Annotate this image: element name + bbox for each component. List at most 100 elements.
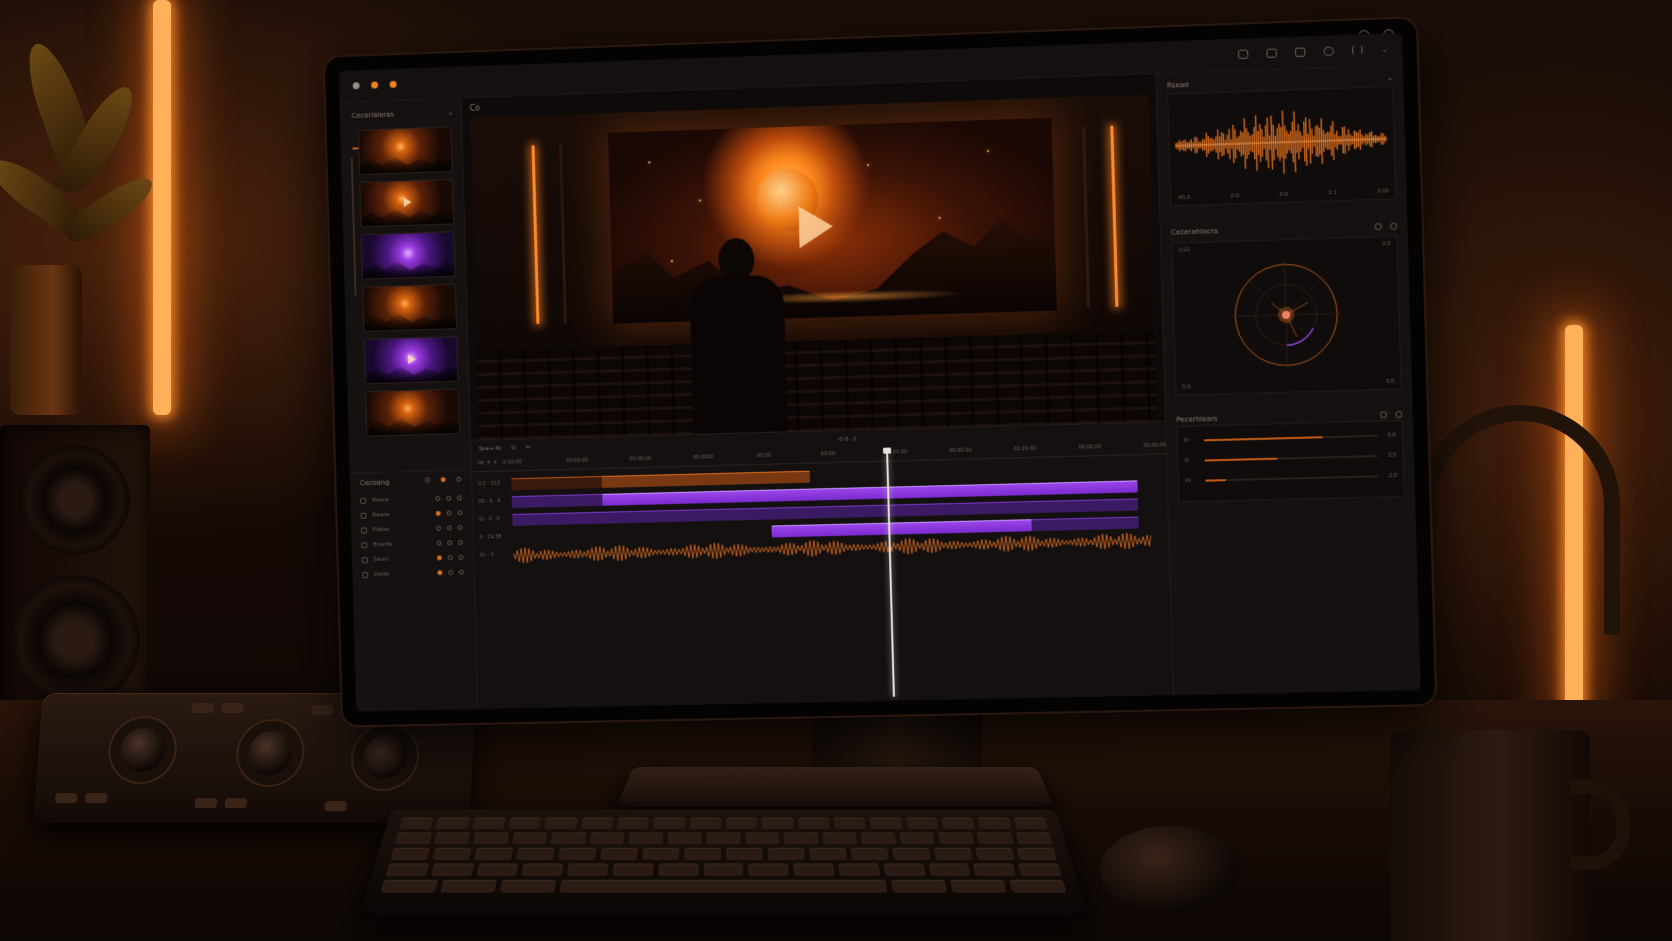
layers-panel: Cecoang Reare Reare Fleter Erarde Seuri Deap [349,469,475,589]
chevron-down-icon[interactable]: ⌄ [1381,45,1388,54]
layer-checkbox[interactable] [360,497,367,504]
timeline-clip[interactable] [511,475,603,491]
lock-icon[interactable] [458,539,464,546]
ruler-tick-label: 00:00 [756,452,772,460]
timeline-clip[interactable] [1031,516,1139,532]
chevron-down-icon[interactable]: ⌄ [447,108,453,116]
lock-icon[interactable] [456,476,462,482]
parameter-slider-fill [1204,436,1322,442]
layer-name: Seuri [373,555,389,563]
silhouette-figure [688,237,789,440]
snap-icon[interactable]: ⊙ [511,444,516,451]
visibility-icon[interactable] [448,569,454,575]
audio-meter-icon[interactable] [1238,49,1249,59]
window-dot-minimize[interactable] [371,81,379,89]
ruler-tick-label: 00:00:00 [629,455,652,463]
thumbnail-list [340,120,470,437]
ruler-tick-label: 00:00:00 [949,447,972,455]
layer-checkbox[interactable] [361,556,368,563]
coffee-mug [1390,730,1590,941]
razor-icon[interactable]: ✂ [526,444,531,451]
visibility-icon[interactable] [447,540,453,546]
layer-checkbox[interactable] [360,512,367,519]
record-icon[interactable] [436,525,442,531]
layer-checkbox[interactable] [362,571,369,578]
media-thumbnail[interactable] [360,231,456,280]
settings-icon[interactable] [1374,222,1382,230]
record-icon[interactable] [436,555,442,561]
parameter-row: 0s 2:3 [1185,466,1398,492]
media-thumbnail[interactable] [365,388,461,437]
layer-row[interactable]: Deap [362,565,464,582]
record-icon[interactable] [436,540,442,546]
lock-icon[interactable] [457,525,463,531]
parameters-section: Pecerhlears 0c 0:0 0i 2:5 0s 2:3 [1176,406,1405,513]
window-dot-maximize[interactable] [389,80,397,88]
record-icon[interactable] [440,477,446,483]
cinema-wall-panel [559,144,567,324]
window-dot-close[interactable] [352,82,360,90]
layer-name: Erarde [373,540,393,549]
refresh-icon[interactable] [1389,222,1398,230]
parameter-slider[interactable] [1205,475,1379,482]
track-label: 00 · 6 · 4 [478,498,501,505]
play-icon[interactable] [798,205,834,249]
media-thumbnail[interactable] [362,283,458,332]
visibility-icon[interactable] [446,510,452,516]
monitor-icon[interactable] [1295,47,1306,57]
layers-header: Cecoang [360,476,462,487]
mouse [1100,826,1240,914]
vectorscope-title: Cecerahlacra [1170,227,1218,237]
media-thumbnail[interactable] [357,126,453,175]
lock-icon[interactable] [456,495,462,501]
visibility-icon[interactable] [446,495,452,501]
ruler-tick-label: 00:0000 [692,454,714,461]
media-thumbnail[interactable] [359,178,455,228]
layer-checkbox[interactable] [361,541,368,548]
info-icon[interactable] [1379,410,1388,419]
chevron-down-icon[interactable]: ⌄ [1387,74,1393,82]
lock-icon[interactable] [458,569,464,575]
visibility-icon[interactable] [425,477,431,483]
record-icon[interactable] [437,570,443,576]
layer-checkbox[interactable] [360,526,367,534]
waveform-axis: -45.0 0:0 0:0 1:1 0:00 [1177,188,1389,201]
parameter-label: 0s [1184,477,1192,485]
ruler-tick-label: 0:10:00 [502,459,522,466]
ruler-tick-label: 00:00:00 [566,457,589,465]
circle-icon[interactable] [1323,46,1335,56]
vectorscope-section: Cecerahlacra 0:02 0:0 0:0 0:0 [1171,217,1402,400]
visibility-icon[interactable] [446,525,452,531]
lock-icon[interactable] [457,510,463,516]
parameter-value: 2:5 [1388,452,1397,459]
layer-name: Fleter [372,525,390,534]
options-icon[interactable] [1395,410,1403,418]
play-icon [407,354,417,365]
playhead-handle[interactable] [883,447,892,454]
lock-icon[interactable] [458,554,464,560]
capture-icon[interactable] [1266,48,1278,58]
media-thumbnail[interactable] [363,336,459,385]
scope-corner-label: 0:02 [1178,247,1191,254]
layer-name: Reare [372,511,390,519]
record-icon[interactable] [435,510,441,516]
parameter-slider-fill [1205,479,1227,482]
visibility-icon[interactable] [447,555,453,561]
toolbar-icons: ⌄ [1238,45,1388,59]
parameters-title: Pecerhlears [1176,414,1218,424]
cinema-screen-image [608,117,1057,324]
record-icon[interactable] [435,495,441,502]
waveform-axis-label: 0:0 [1230,193,1240,200]
track-label: 0r · 0 · 0 [478,516,500,523]
preview-frame[interactable] [469,94,1158,440]
timeline-clip[interactable] [601,470,811,488]
parameter-slider[interactable] [1204,434,1378,442]
waveform-title: Rsead [1166,80,1189,90]
keyboard [358,809,1089,916]
vectorscope-display: 0:02 0:0 0:0 0:0 [1171,235,1402,396]
timeline-tool-label[interactable]: Sre→ Ri [479,444,501,452]
inspector-panel: Rsead ⌄ -45.0 0:0 0:0 1:1 0:00 Cecerahlacra … [1155,65,1421,696]
editor-app: ⌄ Cecarlaleras ⌄ Cecoang Reare Reare Fle… [338,32,1421,712]
split-icon[interactable] [1352,45,1363,55]
parameter-slider[interactable] [1204,455,1379,462]
